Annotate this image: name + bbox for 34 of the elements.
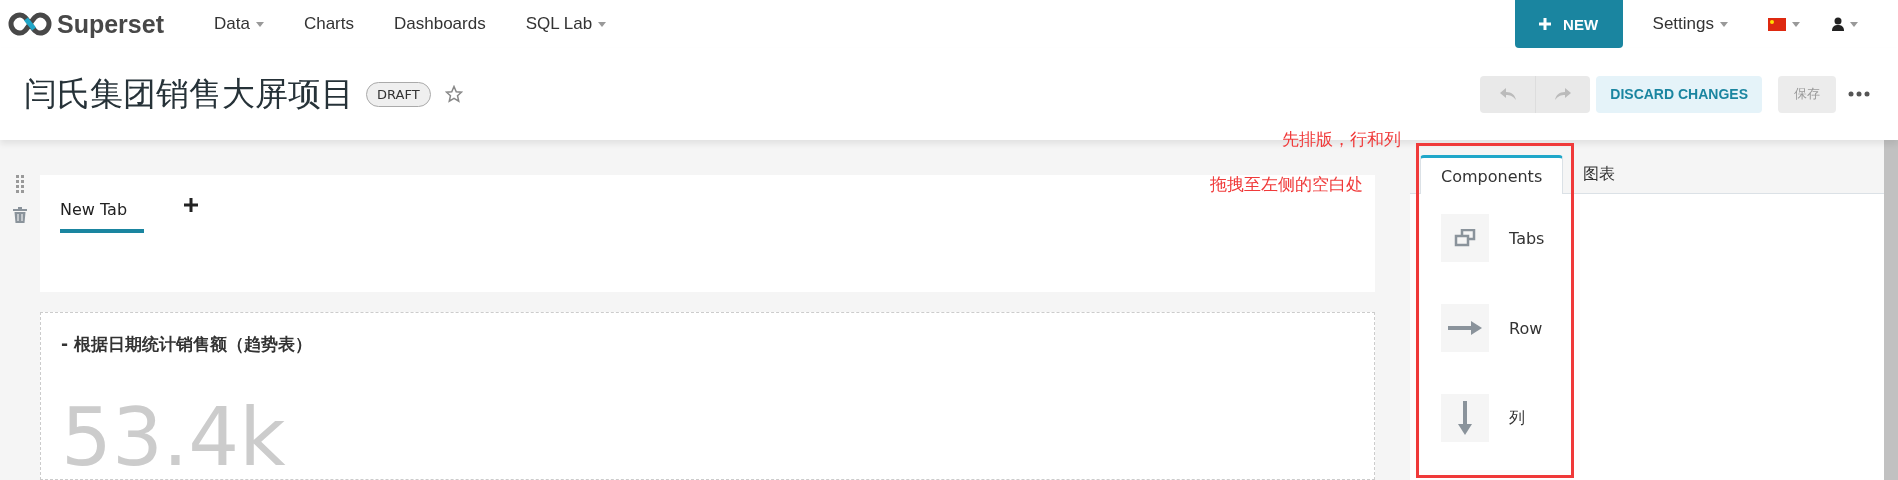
logo-icon: [8, 12, 52, 36]
plus-icon: [1539, 18, 1552, 30]
drag-handle-icon[interactable]: [16, 175, 24, 193]
nav-menu-item[interactable]: Charts: [303, 14, 354, 34]
panel-tab[interactable]: 图表: [1563, 155, 1636, 193]
component-label[interactable]: Row: [1509, 318, 1543, 338]
status-badge: DRAFT: [366, 81, 431, 107]
trash-icon[interactable]: [13, 207, 27, 223]
new-button[interactable]: NEW: [1514, 0, 1623, 48]
component-label[interactable]: Tabs: [1509, 228, 1545, 248]
undo-icon: [1499, 88, 1516, 100]
annotation-text: 拖拽至左侧的空白处: [1210, 173, 1363, 196]
dashboard-tab[interactable]: New Tab: [60, 185, 144, 233]
nav-menu-item[interactable]: Dashboards: [394, 14, 486, 34]
language-menu[interactable]: [1768, 17, 1800, 31]
caret-icon[interactable]: [255, 21, 264, 27]
brand-name[interactable]: Superset: [57, 9, 164, 39]
settings-menu[interactable]: Settings: [1652, 14, 1728, 34]
caret-icon[interactable]: [598, 21, 607, 27]
scrollbar[interactable]: [1884, 140, 1898, 480]
star-icon[interactable]: [444, 85, 463, 103]
dashboard-title[interactable]: 闫氏集团销售大屏项目: [24, 71, 354, 117]
nav-menu-item[interactable]: SQL Lab: [525, 14, 607, 34]
chart-title: - 根据日期统计销售额（趋势表）: [61, 333, 313, 356]
nav-menu-item[interactable]: Data: [214, 14, 264, 34]
tabs-icon[interactable]: [1441, 214, 1489, 262]
panel-tab[interactable]: Components: [1420, 155, 1564, 194]
component-label[interactable]: 列: [1509, 407, 1525, 429]
user-menu[interactable]: [1832, 17, 1858, 31]
more-icon[interactable]: [1848, 91, 1870, 97]
discard-changes-button[interactable]: DISCARD CHANGES: [1596, 75, 1762, 113]
annotation-text: 先排版，行和列: [1282, 128, 1401, 151]
add-tab-icon[interactable]: [184, 198, 198, 212]
redo-icon: [1555, 88, 1572, 100]
